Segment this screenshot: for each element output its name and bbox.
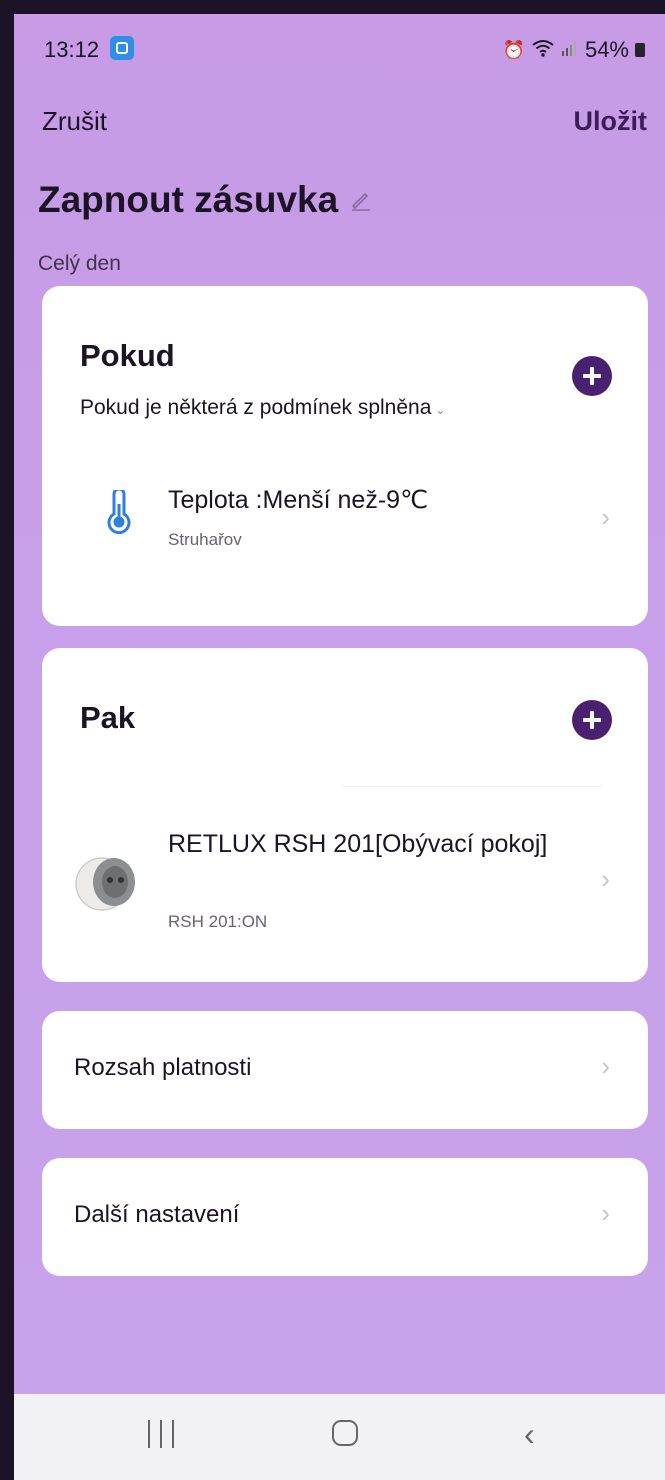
action-title: RETLUX RSH 201[Obývací pokoj]: [168, 830, 548, 858]
then-section-title: Pak: [80, 700, 136, 735]
alarm-icon: ⏰: [502, 39, 525, 60]
then-action-card: Pak RETLUX RSH 201[Obývací pokoj] RSH 20…: [42, 648, 648, 982]
wifi-icon: [531, 38, 555, 63]
signal-icon: [561, 39, 579, 62]
status-icons: ⏰ 54%: [503, 37, 645, 63]
status-time: 13:12: [44, 37, 100, 62]
add-condition-plus-icon[interactable]: [572, 356, 612, 396]
cancel-button[interactable]: Zrušit: [42, 106, 107, 137]
action-subtitle: RSH 201:ON: [168, 912, 268, 931]
chevron-right-icon: ›: [601, 864, 610, 894]
if-section-title: Pokud: [80, 338, 175, 373]
condition-mode-label: Pokud je některá z podmínek splněna: [80, 396, 432, 419]
divider: [342, 786, 602, 787]
top-bar: Zrušit Uložit: [14, 106, 665, 146]
chevron-down-icon: ⌄: [435, 403, 446, 417]
condition-subtitle: Struhařov: [168, 530, 242, 549]
battery-icon: [635, 43, 645, 57]
smart-plug-icon: [72, 850, 142, 919]
validity-scope-label: Rozsah platnosti: [74, 1054, 252, 1081]
validity-scope-row[interactable]: Rozsah platnosti ›: [42, 1011, 648, 1129]
thermometer-icon: [104, 487, 134, 541]
battery-text: 54%: [584, 37, 629, 62]
add-action-plus-icon[interactable]: [572, 700, 612, 740]
status-bar: 13:12 ⏰ 54%: [14, 14, 665, 84]
phone-screen: 13:12 ⏰ 54% Zrušit Uložit Zapnout zásuvk…: [14, 14, 665, 1480]
if-condition-card: Pokud Pokud je některá z podmínek splněn…: [42, 286, 648, 626]
chevron-right-icon: ›: [601, 1198, 610, 1228]
scene-title-row: Zapnout zásuvka: [38, 179, 372, 221]
system-nav-bar: ‹: [14, 1394, 665, 1480]
chevron-right-icon: ›: [601, 502, 610, 532]
back-icon[interactable]: ‹: [524, 1416, 535, 1453]
save-button[interactable]: Uložit: [574, 106, 648, 137]
condition-title: Teplota :Menší než-9℃: [168, 486, 429, 514]
more-settings-label: Další nastavení: [74, 1201, 240, 1228]
condition-row-temperature[interactable]: Teplota :Menší než-9℃ Struhařov ›: [42, 482, 648, 572]
more-settings-row[interactable]: Další nastavení ›: [42, 1158, 648, 1276]
app-notification-icon: [110, 36, 134, 60]
recent-apps-icon[interactable]: [148, 1420, 174, 1448]
schedule-subtitle: Celý den: [38, 252, 121, 275]
home-icon[interactable]: [332, 1420, 358, 1446]
chevron-right-icon: ›: [601, 1051, 610, 1081]
condition-mode-selector[interactable]: Pokud je některá z podmínek splněna ⌄: [80, 396, 445, 420]
pencil-icon[interactable]: [350, 189, 372, 211]
action-row-smart-plug[interactable]: RETLUX RSH 201[Obývací pokoj] RSH 201:ON…: [42, 828, 648, 938]
scene-title[interactable]: Zapnout zásuvka: [38, 179, 338, 221]
